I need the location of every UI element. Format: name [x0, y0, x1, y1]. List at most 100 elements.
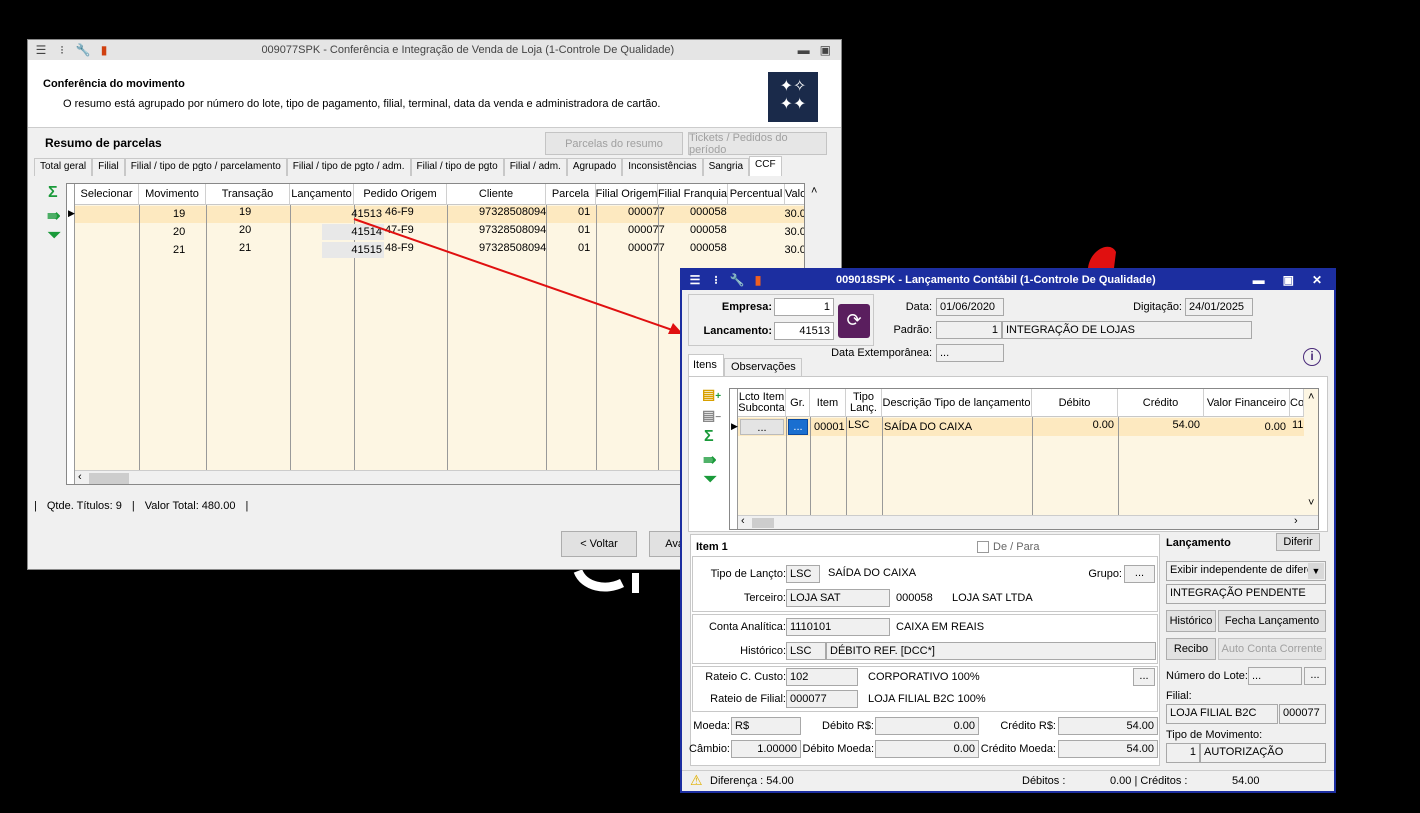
parcelas-resumo-button[interactable]: Parcelas do resumo [545, 132, 683, 155]
grupo-field[interactable]: ... [1124, 565, 1155, 583]
tab-filial-tipo-adm[interactable]: Filial / tipo de pgto / adm. [286, 158, 411, 176]
empresa-field[interactable]: 1 [774, 298, 834, 316]
cambio-field[interactable]: 1.00000 [731, 740, 801, 758]
cell-transacao[interactable]: 19 [237, 204, 253, 220]
col-header-gr[interactable]: Gr. [786, 389, 810, 417]
horizontal-scrollbar[interactable]: ‹ › [738, 515, 1318, 529]
credito-rs-field[interactable]: 54.00 [1058, 717, 1158, 735]
tab-itens[interactable]: Itens [688, 354, 724, 376]
num-lote-field[interactable]: ... [1248, 667, 1302, 685]
tab-filial[interactable]: Filial [92, 158, 125, 176]
cell-movimento[interactable]: 19 [171, 206, 187, 222]
lancamento-field[interactable]: 41513 [774, 322, 834, 340]
padrao-code-field[interactable]: 1 [936, 321, 1002, 339]
col-header-cliente[interactable]: Cliente [447, 184, 546, 205]
scroll-left-icon[interactable]: ‹ [741, 515, 745, 527]
cell-lcto-subconta[interactable]: ... [740, 419, 784, 435]
remove-item-icon[interactable]: ▤− [702, 407, 721, 424]
col-header-pedido-origem[interactable]: Pedido Origem [354, 184, 447, 205]
minimize-icon[interactable]: ▬ [798, 43, 810, 57]
refresh-icon[interactable]: ⟳ [838, 304, 870, 338]
minimize-icon[interactable]: ▬ [1253, 273, 1265, 287]
cell-percentual[interactable]: 30.00 [758, 206, 804, 222]
filial-code-field[interactable]: 000077 [1279, 704, 1326, 724]
tab-filial-tipo-pgto[interactable]: Filial / tipo de pgto [410, 158, 504, 176]
info-icon[interactable]: i [1303, 348, 1321, 366]
cell-transacao[interactable]: 21 [237, 240, 253, 256]
col-header-lcto-subconta[interactable]: Lcto Item Subconta [738, 389, 786, 417]
terceiro-field[interactable]: LOJA SAT [786, 589, 890, 607]
cell-percentual[interactable]: 30.00 [758, 242, 804, 258]
menu-icon[interactable]: ☰ [34, 43, 48, 57]
fecha-lancamento-button[interactable]: Fecha Lançamento [1218, 610, 1326, 632]
maximize-icon[interactable]: ▣ [820, 43, 831, 57]
col-header-transacao[interactable]: Transação [206, 184, 290, 205]
col-header-movimento[interactable]: Movimento [139, 184, 206, 205]
book-icon[interactable]: ▮ [97, 43, 111, 57]
col-header-co[interactable]: Co [1290, 389, 1304, 417]
wrench-icon[interactable]: 🔧 [76, 43, 91, 57]
tipo-lancto-field[interactable]: LSC [786, 565, 820, 583]
close-icon[interactable]: ✕ [1312, 273, 1322, 287]
cell-movimento[interactable]: 20 [171, 224, 187, 240]
cell-filial-franquia[interactable]: 000058 [688, 204, 729, 220]
traffic-light-icon[interactable]: ⁝ [55, 43, 69, 57]
cell-credito[interactable]: 54.00 [1118, 417, 1202, 433]
col-header-selecionar[interactable]: Selecionar [75, 184, 139, 205]
tab-filial-tipo-parcelamento[interactable]: Filial / tipo de pgto / parcelamento [124, 158, 287, 176]
auto-conta-corrente-button[interactable]: Auto Conta Corrente [1218, 638, 1326, 660]
cell-movimento[interactable]: 21 [171, 242, 187, 258]
scrollbar-thumb[interactable] [752, 518, 774, 528]
cell-item[interactable]: 00001 [812, 419, 847, 435]
col-header-valor[interactable]: Valo [785, 184, 804, 205]
extemp-field[interactable]: ... [936, 344, 1004, 362]
scrollbar-thumb[interactable] [89, 473, 129, 484]
export-icon[interactable]: ⇛ [47, 206, 60, 226]
col-header-item[interactable]: Item [810, 389, 846, 417]
cell-debito[interactable]: 0.00 [1032, 417, 1116, 433]
cell-gr-button[interactable]: ... [788, 419, 808, 435]
maximize-icon[interactable]: ▣ [1283, 273, 1294, 287]
rateio-filial-field[interactable]: 000077 [786, 690, 858, 708]
export-icon[interactable]: ⇛ [703, 450, 716, 470]
filial-field[interactable]: LOJA FILIAL B2C [1166, 704, 1278, 724]
col-header-tipo-lanc[interactable]: Tipo Lanç. [846, 389, 882, 417]
col-header-credito[interactable]: Crédito [1118, 389, 1204, 417]
cell-filial-franquia[interactable]: 000058 [688, 222, 729, 238]
col-header-lancamento[interactable]: Lançamento [290, 184, 354, 205]
cell-transacao[interactable]: 20 [237, 222, 253, 238]
col-header-descricao[interactable]: Descrição Tipo de lançamento [882, 389, 1032, 417]
scroll-down-icon[interactable]: ˅ [1308, 497, 1314, 509]
tab-agrupado[interactable]: Agrupado [566, 158, 623, 176]
sigma-icon[interactable]: Σ [704, 428, 714, 446]
cell-co[interactable]: 11 [1290, 417, 1304, 433]
rateio-cc-button[interactable]: ... [1133, 668, 1155, 686]
credito-moeda-field[interactable]: 54.00 [1058, 740, 1158, 758]
col-header-percentual[interactable]: Percentual [728, 184, 785, 205]
add-item-icon[interactable]: ▤+ [702, 386, 721, 403]
tab-total-geral[interactable]: Total geral [34, 158, 93, 176]
tab-observacoes[interactable]: Observações [724, 358, 802, 376]
data-field[interactable]: 01/06/2020 [936, 298, 1004, 316]
historico-button[interactable]: Histórico [1166, 610, 1216, 632]
col-header-debito[interactable]: Débito [1032, 389, 1118, 417]
book-icon[interactable]: ▮ [751, 273, 765, 287]
tab-sangria[interactable]: Sangria [702, 158, 750, 176]
exibir-select[interactable]: Exibir independente de difere [1166, 561, 1326, 581]
col-header-valor-financeiro[interactable]: Valor Financeiro [1204, 389, 1290, 417]
collapse-icon[interactable]: ⏷ [48, 227, 61, 245]
wrench-icon[interactable]: 🔧 [730, 273, 745, 287]
historico-desc-field[interactable]: DÉBITO REF. [DCC*] [826, 642, 1156, 660]
col-header-filial-franquia[interactable]: Filial Franquia [658, 184, 728, 205]
historico-field[interactable]: LSC [786, 642, 826, 660]
col-header-parcela[interactable]: Parcela [546, 184, 596, 205]
sigma-icon[interactable]: Σ [48, 184, 58, 202]
menu-icon[interactable]: ☰ [688, 273, 702, 287]
cell-filial-franquia[interactable]: 000058 [688, 240, 729, 256]
traffic-light-icon[interactable]: ⁝ [709, 273, 723, 287]
depara-checkbox[interactable] [977, 541, 989, 553]
tickets-pedidos-button[interactable]: Tickets / Pedidos do período [688, 132, 827, 156]
padrao-desc-field[interactable]: INTEGRAÇÃO DE LOJAS [1002, 321, 1252, 339]
tab-ccf[interactable]: CCF [749, 156, 782, 176]
chevron-down-icon[interactable]: ▼ [1308, 563, 1324, 579]
